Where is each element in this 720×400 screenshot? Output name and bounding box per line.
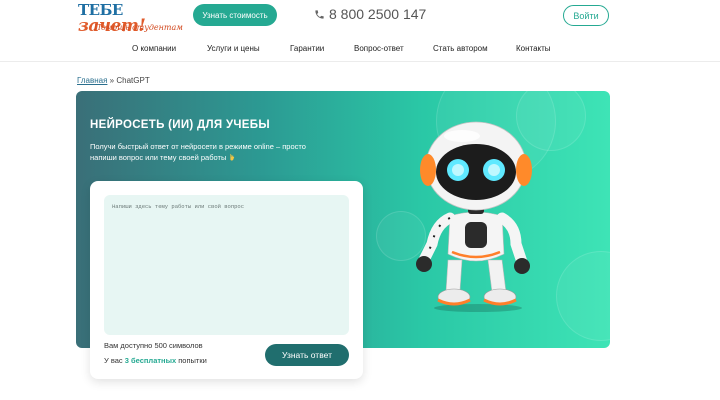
char-limit-text: Вам доступно 500 символов [104,341,203,350]
nav-item-about[interactable]: О компании [132,44,176,53]
breadcrumb-home[interactable]: Главная [77,76,107,85]
logo-tagline: Помощь студентам [94,23,183,32]
nav-item-contacts[interactable]: Контакты [516,44,551,53]
site-header: ТЕБЕ зачет! Помощь студентам Узнать стои… [0,0,720,62]
breadcrumb: Главная » ChatGPT [77,76,150,85]
attempts-count: 3 бесплатных [124,356,177,365]
page: ТЕБЕ зачет! Помощь студентам Узнать стои… [0,0,720,400]
nav-item-guarantees[interactable]: Гарантии [290,44,324,53]
nav-item-services[interactable]: Услуги и цены [207,44,260,53]
question-form-card: Вам доступно 500 символов У вас 3 беспла… [90,181,363,379]
logo[interactable]: ТЕБЕ зачет! Помощь студентам [78,2,188,35]
nav-item-become-author[interactable]: Стать автором [433,44,488,53]
attempts-prefix: У вас [104,356,125,365]
hero-description-text: Получи быстрый ответ от нейросети в режи… [90,142,306,162]
robot-illustration [416,121,532,312]
breadcrumb-current: ChatGPT [116,76,150,85]
decor-bubble [556,251,610,341]
question-input[interactable] [104,195,349,335]
nav-item-faq[interactable]: Вопрос-ответ [354,44,404,53]
attempts-suffix: попытки [176,356,207,365]
main-nav: О компании Услуги и цены Гарантии Вопрос… [0,44,720,56]
hero-title: НЕЙРОСЕТЬ (ИИ) ДЛЯ УЧЕБЫ [90,119,270,131]
phone-number: 8 800 2500 147 [329,6,427,22]
get-answer-button[interactable]: Узнать ответ [265,344,349,366]
login-button[interactable]: Войти [563,5,609,26]
attempts-text: У вас 3 бесплатных попытки [104,356,207,365]
pointing-hand-icon [230,153,235,161]
phone-icon [315,9,324,19]
hero-description: Получи быстрый ответ от нейросети в режи… [90,141,310,163]
phone-link[interactable]: 8 800 2500 147 [314,6,426,22]
get-price-button[interactable]: Узнать стоимость [193,4,277,26]
